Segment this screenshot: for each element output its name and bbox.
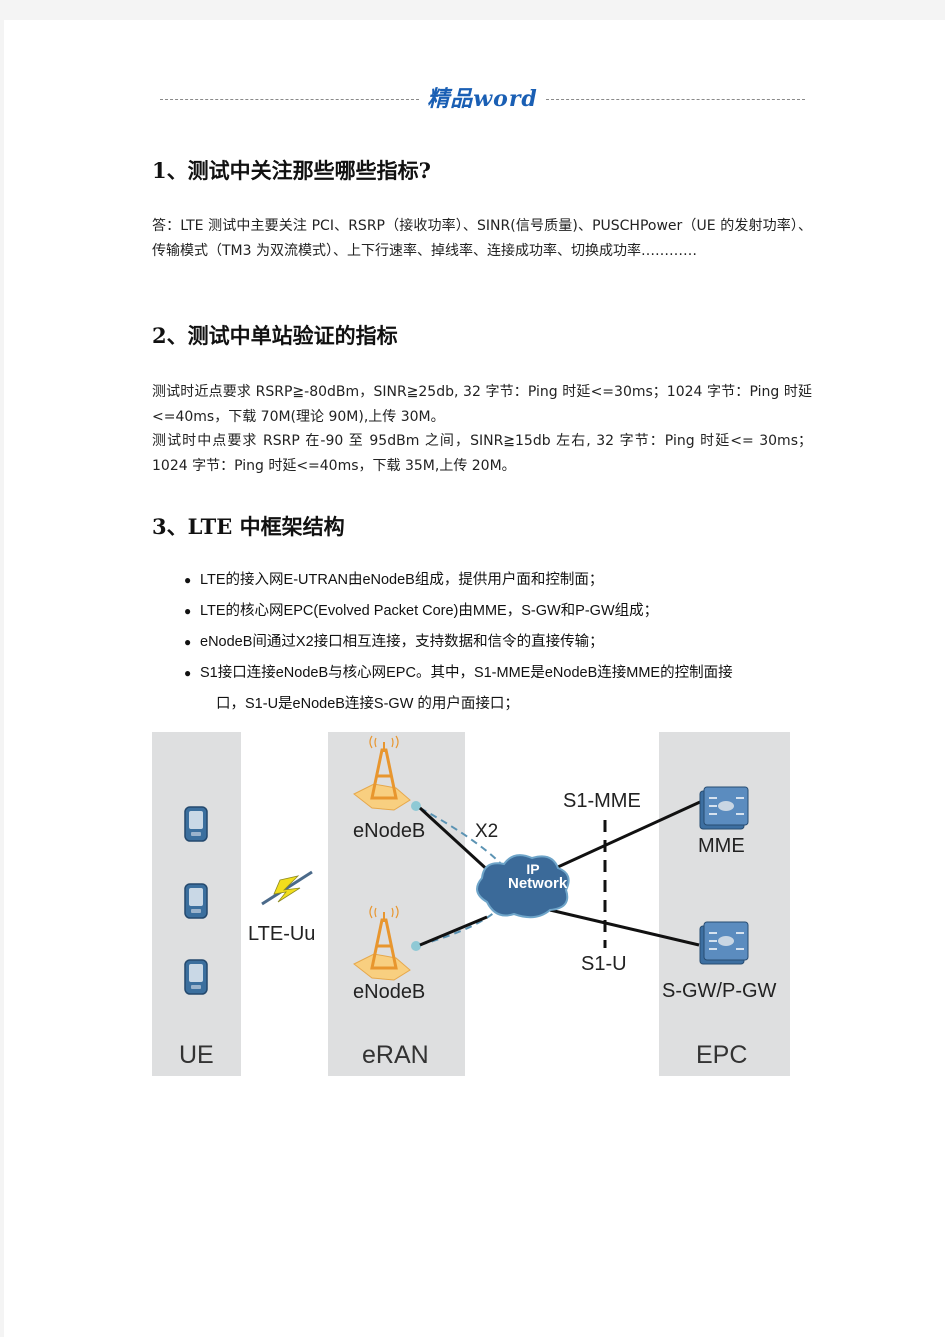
section-2-mid-point: 测试时中点要求 RSRP 在-90 至 95dBm 之间，SINR≧15db 左… [152, 433, 812, 474]
enodeb-tower-icon [353, 735, 421, 811]
bullet-dot-icon: ● [184, 573, 192, 587]
epc-panel-label: EPC [696, 1041, 748, 1069]
ue-phone-icon [184, 883, 208, 919]
lte-architecture-diagram: LTE-Uu eNodeB eNodeB X2 IP Network S1-MM… [152, 732, 790, 1076]
lte-uu-label: LTE-Uu [248, 923, 316, 945]
bullet-item: ● LTE的接入网E-UTRAN由eNodeB组成，提供用户面和控制面； [184, 570, 824, 601]
s1-u-label: S1-U [581, 953, 627, 975]
section-1-title: 1、测试中关注那些哪些指标? [152, 158, 431, 183]
eran-panel-label: eRAN [362, 1041, 429, 1069]
enodeb-ip-link [419, 915, 488, 947]
header-brand: 精品word [427, 86, 538, 112]
diagram-graphics [184, 735, 749, 995]
section-2-title: 2、测试中单站验证的指标 [152, 323, 398, 348]
s1-mme-label: S1-MME [563, 790, 641, 812]
enodeb-bottom-label: eNodeB [353, 981, 426, 1003]
enodeb-tower-icon [353, 905, 421, 981]
bullet-dot-icon: ● [184, 604, 192, 618]
page-header: 精品word [160, 84, 805, 112]
x2-label: X2 [475, 821, 499, 842]
ip-network-label: IP Network [508, 861, 568, 892]
bullet-item: ● LTE的核心网EPC(Evolved Packet Core)由MME，S-… [184, 601, 824, 632]
ue-phone-icon [184, 806, 208, 842]
radio-link-lightning-icon [261, 870, 313, 906]
bullet-item: ● S1接口连接eNodeB与核心网EPC。其中，S1-MME是eNodeB连接… [184, 665, 733, 712]
mme-label: MME [698, 835, 745, 857]
header-divider-right [545, 98, 805, 100]
section-2-near-point: 测试时近点要求 RSRP≧-80dBm，SINR≧25db, 32 字节：Pin… [152, 384, 812, 425]
gateway-server-icon [699, 921, 749, 965]
section-1-answer: 答：LTE 测试中主要关注 PCI、RSRP（接收功率）、SINR(信号质量)、… [152, 218, 812, 259]
bullet-dot-icon: ● [184, 635, 192, 649]
ue-phone-icon [184, 959, 208, 995]
bullet-item: ● eNodeB间通过X2接口相互连接，支持数据和信令的直接传输； [184, 632, 824, 663]
ue-panel-label: UE [179, 1041, 214, 1069]
s1-u-link [549, 908, 700, 947]
enodeb-top-label: eNodeB [353, 820, 426, 842]
section-3-title: 3、LTE 中框架结构 [152, 514, 345, 539]
section-3-bullet-list: ● LTE的接入网E-UTRAN由eNodeB组成，提供用户面和控制面； ● L… [184, 570, 824, 714]
mme-server-icon [699, 786, 749, 830]
bullet-dot-icon: ● [184, 666, 192, 680]
header-divider-left [160, 98, 420, 100]
gateway-label: S-GW/P-GW [662, 980, 777, 1002]
